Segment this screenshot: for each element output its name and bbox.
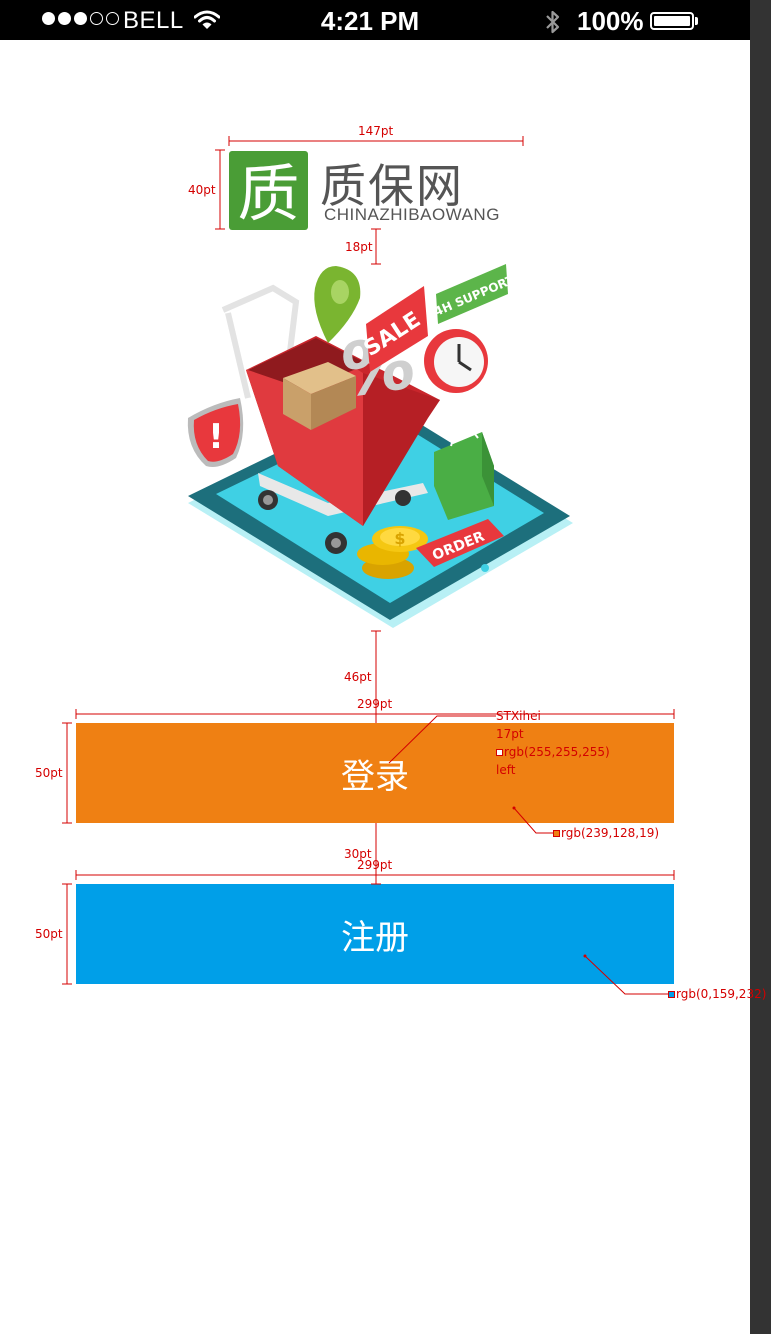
bluetooth-icon [546, 10, 560, 34]
logo-subtitle: CHINAZHIBAOWANG [324, 205, 500, 224]
battery-percentage: 100% [577, 6, 644, 36]
register-width-annotation: 299pt [357, 858, 393, 872]
status-bar: BELL 4:21 PM 100% [0, 0, 750, 40]
logo-mark-glyph: 质 [237, 157, 299, 230]
font-name-annotation: STXihei [496, 709, 541, 723]
register-height-annotation: 50pt [35, 927, 63, 941]
shopping-illustration: ! % SALE 24H SUPPORT $ ORDER [187, 264, 573, 628]
register-button[interactable]: 注册 [76, 884, 674, 984]
text-color-annotation: rgb(255,255,255) [496, 745, 610, 759]
login-color-annotation: rgb(239,128,19) [553, 826, 659, 840]
logo-height-annotation: 40pt [188, 183, 216, 197]
logo-gap-annotation: 18pt [345, 240, 373, 254]
font-size-annotation: 17pt [496, 727, 524, 741]
login-width-annotation: 299pt [357, 697, 393, 711]
login-button[interactable]: 登录 [76, 723, 674, 823]
logo-mark: 质 [229, 151, 308, 230]
login-height-annotation: 50pt [35, 766, 63, 780]
logo-width-annotation: 147pt [358, 124, 394, 138]
right-edge-strip [750, 0, 771, 1334]
coin-symbol: $ [394, 529, 405, 548]
register-color-annotation: rgb(0,159,232) [668, 987, 766, 1001]
battery-icon [650, 12, 694, 30]
image-gap-annotation: 46pt [344, 670, 372, 684]
register-button-label: 注册 [341, 917, 409, 958]
text-align-annotation: left [496, 763, 516, 777]
login-button-label: 登录 [341, 756, 409, 797]
alert-glyph: ! [208, 417, 224, 457]
